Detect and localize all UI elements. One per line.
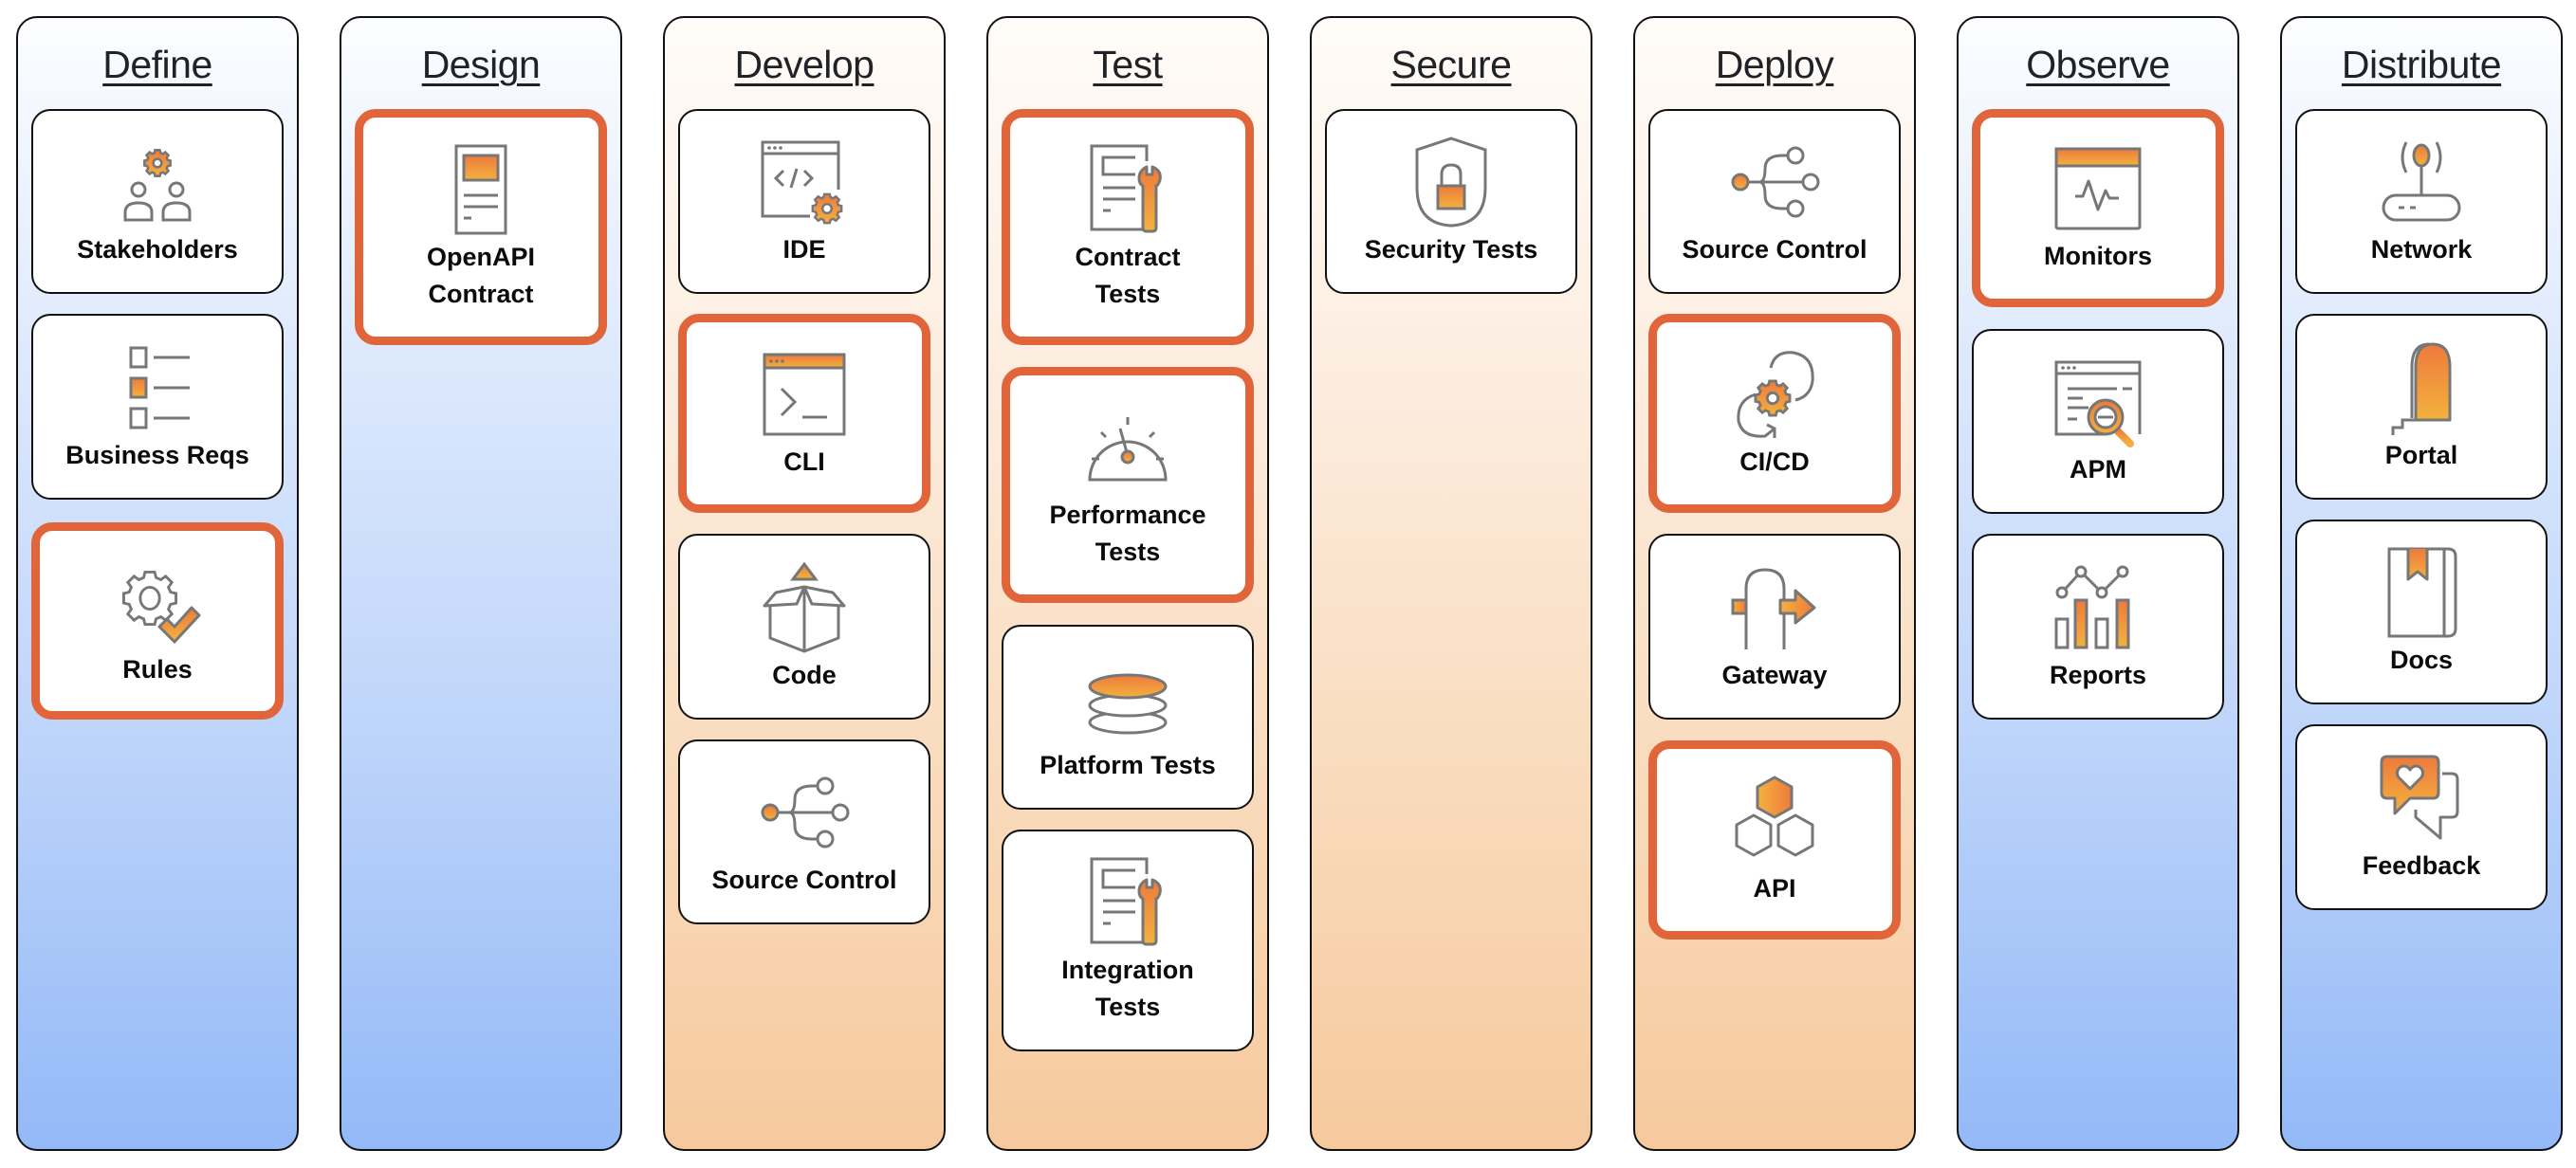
card-feedback[interactable]: Feedback bbox=[2295, 724, 2548, 910]
chat-heart-icon bbox=[2374, 751, 2469, 846]
stage-title: Observe bbox=[2026, 43, 2170, 86]
card-stakeholders[interactable]: Stakeholders bbox=[31, 109, 284, 294]
bookmarked-book-icon bbox=[2374, 545, 2469, 640]
stage-title: Distribute bbox=[2341, 43, 2502, 86]
card-label: Stakeholders bbox=[77, 235, 238, 264]
card-label: IDE bbox=[782, 235, 826, 264]
stage-column-deploy: Deploy Source Control CI/CD Gateway API bbox=[1633, 16, 1916, 1151]
card-business-reqs[interactable]: Business Reqs bbox=[31, 314, 284, 500]
card-label: Network bbox=[2370, 235, 2473, 264]
hexagons-icon bbox=[1727, 774, 1822, 868]
stage-column-secure: Secure Security Tests bbox=[1310, 16, 1592, 1151]
card-code[interactable]: Code bbox=[678, 534, 930, 720]
stage-title: Deploy bbox=[1715, 43, 1834, 86]
stakeholders-gear-icon bbox=[110, 135, 205, 229]
stage-title: Design bbox=[421, 43, 541, 86]
stacked-discs-icon bbox=[1080, 650, 1175, 745]
card-label: CLI bbox=[783, 447, 825, 476]
terminal-icon bbox=[757, 347, 852, 442]
bar-line-chart-icon bbox=[2051, 560, 2145, 655]
stage-column-design: Design OpenAPI Contract bbox=[340, 16, 622, 1151]
card-portal[interactable]: Portal bbox=[2295, 314, 2548, 500]
card-cli[interactable]: CLI bbox=[678, 314, 930, 513]
card-security-tests[interactable]: Security Tests bbox=[1325, 109, 1577, 294]
card-label: Feedback bbox=[2362, 850, 2481, 880]
card-ci-cd[interactable]: CI/CD bbox=[1648, 314, 1901, 513]
router-antenna-icon bbox=[2374, 135, 2469, 229]
card-apm[interactable]: APM bbox=[1972, 329, 2224, 514]
card-label: Security Tests bbox=[1364, 235, 1538, 264]
card-gateway[interactable]: Gateway bbox=[1648, 534, 1901, 720]
document-wrench-icon bbox=[1080, 855, 1175, 950]
document-icon bbox=[433, 142, 528, 237]
card-label: Code bbox=[772, 660, 837, 689]
card-label: Performance Tests bbox=[1049, 500, 1206, 566]
document-wrench-icon bbox=[1080, 142, 1175, 237]
card-integration-tests[interactable]: Integration Tests bbox=[1002, 830, 1254, 1051]
card-label: Portal bbox=[2384, 440, 2458, 469]
card-platform-tests[interactable]: Platform Tests bbox=[1002, 625, 1254, 810]
card-label: API bbox=[1753, 873, 1796, 903]
branch-icon bbox=[757, 765, 852, 860]
stage-column-observe: Observe Monitors APM Reports bbox=[1957, 16, 2239, 1151]
card-label: Contract Tests bbox=[1075, 242, 1181, 308]
card-monitors[interactable]: Monitors bbox=[1972, 109, 2224, 307]
stage-column-define: Define Stakeholders Business Reqs Rules bbox=[16, 16, 299, 1151]
stage-title: Define bbox=[102, 43, 212, 86]
stage-column-distribute: Distribute Network Portal Docs Feedback bbox=[2280, 16, 2563, 1151]
card-label: APM bbox=[2070, 455, 2126, 484]
code-window-gear-icon bbox=[757, 135, 852, 229]
card-label: Platform Tests bbox=[1040, 751, 1216, 779]
checklist-icon bbox=[110, 340, 205, 435]
card-label: Business Reqs bbox=[65, 440, 249, 469]
shield-lock-icon bbox=[1404, 135, 1499, 229]
speedometer-icon bbox=[1080, 400, 1175, 495]
card-label: Monitors bbox=[2044, 242, 2152, 270]
card-rules[interactable]: Rules bbox=[31, 522, 284, 720]
stage-column-test: Test Contract Tests Performance Tests Pl… bbox=[986, 16, 1269, 1151]
card-network[interactable]: Network bbox=[2295, 109, 2548, 294]
card-label: Rules bbox=[122, 654, 193, 684]
card-label: Source Control bbox=[1682, 235, 1868, 264]
monitor-pulse-icon bbox=[2051, 141, 2145, 236]
gear-cycle-icon bbox=[1727, 347, 1822, 442]
card-api[interactable]: API bbox=[1648, 740, 1901, 940]
card-openapi-contract[interactable]: OpenAPI Contract bbox=[355, 109, 607, 345]
stage-title: Test bbox=[1093, 43, 1163, 86]
card-label: Source Control bbox=[711, 866, 897, 894]
card-source-control[interactable]: Source Control bbox=[1648, 109, 1901, 294]
card-label: CI/CD bbox=[1739, 447, 1810, 476]
gateway-arrow-icon bbox=[1727, 560, 1822, 655]
branch-icon bbox=[1727, 135, 1822, 229]
stage-column-develop: Develop IDE CLI Code Source Control bbox=[663, 16, 946, 1151]
card-label: Gateway bbox=[1721, 660, 1828, 689]
card-contract-tests[interactable]: Contract Tests bbox=[1002, 109, 1254, 345]
card-performance-tests[interactable]: Performance Tests bbox=[1002, 367, 1254, 603]
card-label: OpenAPI Contract bbox=[426, 242, 535, 308]
open-box-icon bbox=[757, 560, 852, 655]
card-label: Reports bbox=[2049, 660, 2146, 689]
card-source-control[interactable]: Source Control bbox=[678, 739, 930, 924]
card-label: Docs bbox=[2389, 646, 2454, 674]
card-ide[interactable]: IDE bbox=[678, 109, 930, 294]
gear-check-icon bbox=[110, 555, 205, 649]
window-magnifier-icon bbox=[2051, 355, 2145, 449]
stage-title: Secure bbox=[1390, 43, 1512, 86]
card-label: Integration Tests bbox=[1061, 956, 1194, 1021]
portal-door-icon bbox=[2374, 340, 2469, 435]
card-docs[interactable]: Docs bbox=[2295, 520, 2548, 704]
stage-title: Develop bbox=[734, 43, 874, 86]
card-reports[interactable]: Reports bbox=[1972, 534, 2224, 720]
